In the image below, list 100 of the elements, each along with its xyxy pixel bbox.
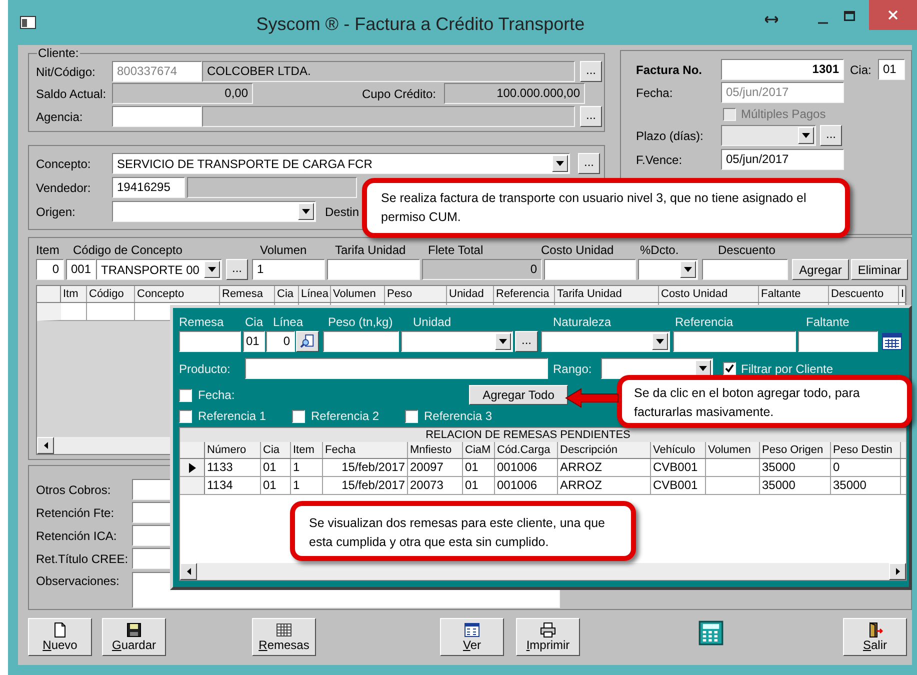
checkbox[interactable] bbox=[179, 388, 192, 402]
dropdown-field[interactable] bbox=[721, 125, 816, 146]
scroll-left-button[interactable] bbox=[180, 563, 197, 580]
input-field[interactable] bbox=[187, 177, 357, 198]
input-field[interactable]: 05/jun/2017 bbox=[721, 149, 844, 170]
row-indicator[interactable] bbox=[180, 459, 205, 476]
input-field[interactable] bbox=[202, 106, 575, 127]
window-icon[interactable] bbox=[20, 16, 36, 29]
toolbar-button[interactable]: Remesas bbox=[252, 618, 316, 656]
input-field[interactable]: 800337674 bbox=[112, 61, 202, 82]
column-header[interactable]: Peso Destin bbox=[831, 442, 901, 458]
checkbox[interactable] bbox=[723, 362, 736, 375]
checkbox[interactable] bbox=[292, 410, 305, 422]
column-header[interactable]: Descuento bbox=[829, 286, 899, 302]
column-header[interactable]: CiaM bbox=[463, 442, 495, 458]
column-header[interactable]: Línea bbox=[299, 286, 331, 302]
input-field[interactable]: 0 bbox=[266, 331, 295, 352]
column-header[interactable]: Vehículo bbox=[651, 442, 706, 458]
input-field[interactable]: 1 bbox=[252, 259, 325, 280]
column-header[interactable]: Item bbox=[291, 442, 323, 458]
column-header[interactable]: Volumen bbox=[706, 442, 760, 458]
browse-button[interactable]: ... bbox=[578, 153, 600, 174]
toolbar-button[interactable]: Guardar bbox=[102, 618, 166, 656]
input-field[interactable] bbox=[702, 259, 788, 280]
input-field[interactable] bbox=[179, 331, 241, 352]
scroll-left-button[interactable] bbox=[37, 437, 54, 454]
dropdown-button[interactable] bbox=[680, 261, 696, 278]
dropdown-field[interactable]: SERVICIO DE TRANSPORTE DE CARGA FCR bbox=[112, 153, 570, 174]
input-field[interactable]: 0 bbox=[422, 259, 542, 280]
dropdown-button[interactable] bbox=[798, 127, 814, 144]
browse-button[interactable]: ... bbox=[580, 61, 602, 82]
toolbar-button[interactable]: Salir bbox=[843, 618, 907, 656]
input-field[interactable] bbox=[323, 331, 399, 352]
dropdown-field[interactable]: TRANSPORTE 00 bbox=[96, 259, 222, 280]
dropdown-button[interactable] bbox=[298, 203, 314, 220]
column-header[interactable]: Número bbox=[205, 442, 261, 458]
input-field[interactable]: 01 bbox=[243, 331, 265, 352]
resize-arrows-icon[interactable] bbox=[765, 15, 778, 24]
input-field[interactable] bbox=[112, 106, 202, 127]
browse-button[interactable]: ... bbox=[226, 259, 248, 280]
input-field[interactable]: 0 bbox=[36, 259, 64, 280]
dropdown-button[interactable] bbox=[204, 261, 220, 278]
column-header[interactable]: Peso bbox=[385, 286, 447, 302]
input-field[interactable] bbox=[327, 259, 420, 280]
column-header[interactable]: Descripción bbox=[558, 442, 651, 458]
column-header[interactable]: Peso Origen bbox=[760, 442, 831, 458]
action-button[interactable]: Eliminar bbox=[851, 259, 908, 280]
close-button[interactable] bbox=[869, 0, 917, 30]
browse-button[interactable]: ... bbox=[580, 106, 602, 127]
input-field[interactable]: 19416295 bbox=[112, 177, 185, 198]
input-field[interactable]: 05/jun/2017 bbox=[721, 82, 844, 103]
input-field[interactable]: 01 bbox=[878, 59, 905, 80]
action-button[interactable]: Agregar bbox=[792, 259, 849, 280]
dropdown-field[interactable] bbox=[112, 201, 316, 222]
column-header[interactable]: Código bbox=[87, 286, 135, 302]
input-field[interactable] bbox=[544, 259, 636, 280]
dropdown-button[interactable] bbox=[652, 333, 668, 350]
maximize-icon[interactable] bbox=[844, 11, 855, 21]
column-header[interactable]: Unidad bbox=[447, 286, 494, 302]
column-header[interactable]: Cód.Carga bbox=[495, 442, 558, 458]
column-header[interactable]: Tarifa Unidad bbox=[555, 286, 659, 302]
column-header[interactable]: Concepto bbox=[135, 286, 220, 302]
input-field[interactable]: 100.000.000,00 bbox=[444, 83, 585, 104]
dropdown-button[interactable] bbox=[552, 155, 568, 172]
column-header[interactable]: Cia bbox=[275, 286, 299, 302]
column-header[interactable]: Mnfiesto bbox=[408, 442, 463, 458]
column-header[interactable]: Faltante bbox=[759, 286, 829, 302]
dropdown-field[interactable] bbox=[401, 331, 513, 352]
lookup-button[interactable] bbox=[296, 331, 319, 352]
input-field[interactable] bbox=[798, 331, 878, 352]
checkbox[interactable] bbox=[405, 410, 418, 422]
horizontal-scrollbar[interactable] bbox=[180, 563, 906, 580]
input-field[interactable] bbox=[673, 331, 796, 352]
toolbar-button[interactable]: Imprimir bbox=[516, 618, 580, 656]
checkbox[interactable] bbox=[179, 410, 192, 422]
dropdown-button[interactable] bbox=[495, 333, 511, 350]
column-header[interactable]: Costo Unidad bbox=[659, 286, 759, 302]
input-field[interactable]: 1301 bbox=[721, 59, 844, 80]
column-header[interactable]: Itm bbox=[61, 286, 87, 302]
column-header[interactable]: Referencia bbox=[494, 286, 555, 302]
add-all-button[interactable]: Agregar Todo bbox=[469, 385, 568, 405]
callout-text: Se da clic en el boton agregar todo, para facturarlas masivamente. bbox=[634, 385, 861, 421]
column-header[interactable]: Remesa bbox=[220, 286, 275, 302]
browse-button[interactable]: ... bbox=[515, 331, 538, 352]
input-field[interactable] bbox=[245, 358, 548, 379]
column-header[interactable]: Volumen bbox=[331, 286, 385, 302]
scroll-right-button[interactable] bbox=[889, 563, 906, 580]
table-icon[interactable] bbox=[882, 333, 902, 350]
column-header[interactable]: I bbox=[899, 286, 907, 302]
dropdown-field[interactable] bbox=[638, 259, 698, 280]
toolbar-button[interactable]: Ver bbox=[440, 618, 504, 656]
browse-button[interactable]: ... bbox=[820, 125, 842, 146]
column-header[interactable]: Cia bbox=[261, 442, 291, 458]
input-field[interactable]: COLCOBER LTDA. bbox=[202, 61, 575, 82]
dropdown-field[interactable] bbox=[541, 331, 670, 352]
column-header[interactable]: Fecha bbox=[323, 442, 408, 458]
input-field[interactable]: 0,00 bbox=[112, 83, 253, 104]
input-field[interactable]: 001 bbox=[66, 259, 96, 280]
toolbar-button[interactable]: Nuevo bbox=[28, 618, 92, 656]
calculator-icon[interactable] bbox=[698, 620, 724, 646]
